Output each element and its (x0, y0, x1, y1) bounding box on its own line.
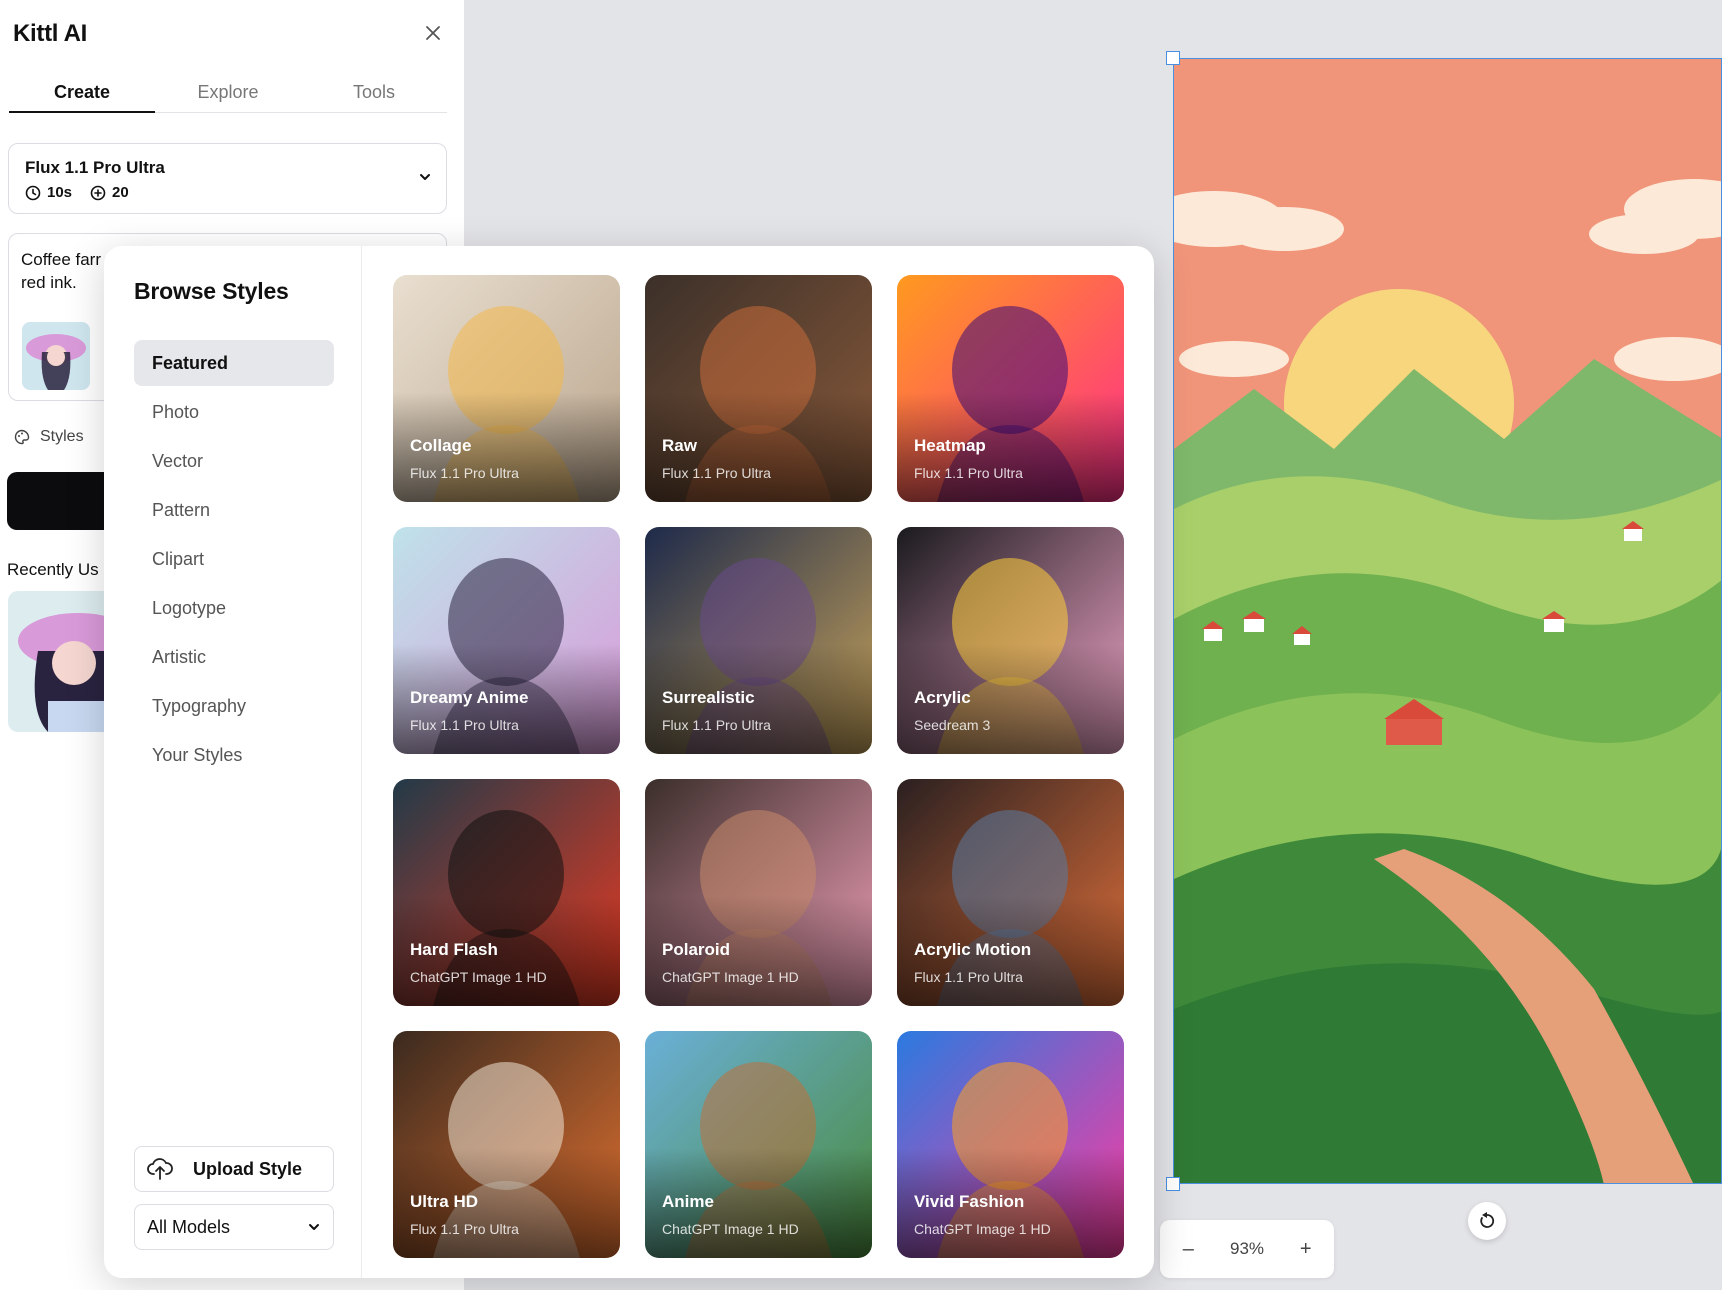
close-icon (426, 26, 440, 40)
category-typography[interactable]: Typography (134, 683, 334, 729)
style-name: Hard Flash (410, 940, 498, 959)
credit-cost: 20 (112, 184, 129, 201)
style-model: ChatGPT Image 1 HD (662, 1221, 799, 1237)
style-card-heatmap[interactable]: Heatmap Flux 1.1 Pro Ultra (897, 275, 1124, 502)
style-card-ultra-hd[interactable]: Ultra HD Flux 1.1 Pro Ultra (393, 1031, 620, 1258)
model-filter-select[interactable]: All Models (134, 1204, 334, 1250)
tab-explore[interactable]: Explore (155, 76, 301, 112)
style-name: Raw (662, 436, 697, 455)
style-card-raw[interactable]: Raw Flux 1.1 Pro Ultra (645, 275, 872, 502)
style-model: Flux 1.1 Pro Ultra (662, 717, 771, 733)
category-featured[interactable]: Featured (134, 340, 334, 386)
style-model: Seedream 3 (914, 717, 991, 733)
style-grid: Collage Flux 1.1 Pro Ultra Raw Flux 1.1 Pro… (393, 275, 1124, 1258)
style-card-acrylic-motion[interactable]: Acrylic Motion Flux 1.1 Pro Ultra (897, 779, 1124, 1006)
reference-style-thumbnail[interactable] (22, 322, 90, 390)
selection-handle-bottom-left[interactable] (1166, 1177, 1180, 1191)
style-card-vivid-fashion[interactable]: Vivid Fashion ChatGPT Image 1 HD (897, 1031, 1124, 1258)
style-model: Flux 1.1 Pro Ultra (914, 465, 1023, 481)
selection-handle-top-left[interactable] (1166, 51, 1180, 65)
style-card-dreamy-anime[interactable]: Dreamy Anime Flux 1.1 Pro Ultra (393, 527, 620, 754)
category-artistic[interactable]: Artistic (134, 634, 334, 680)
category-clipart[interactable]: Clipart (134, 536, 334, 582)
model-filter-value: All Models (147, 1216, 231, 1237)
zoom-out-button[interactable]: – (1173, 1234, 1203, 1264)
prompt-text[interactable]: Coffee farr red ink. (21, 248, 116, 294)
styles-label: Styles (40, 428, 84, 445)
style-card-hard-flash[interactable]: Hard Flash ChatGPT Image 1 HD (393, 779, 620, 1006)
style-model: ChatGPT Image 1 HD (914, 1221, 1051, 1237)
category-pattern[interactable]: Pattern (134, 487, 334, 533)
style-name: Anime (662, 1192, 714, 1211)
zoom-controls: – 93% + (1160, 1220, 1334, 1278)
style-name: Surrealistic (662, 688, 755, 707)
tab-tools[interactable]: Tools (301, 76, 447, 112)
canvas-artboard[interactable] (1173, 58, 1722, 1184)
zoom-in-button[interactable]: + (1291, 1234, 1321, 1264)
style-card-acrylic[interactable]: Acrylic Seedream 3 (897, 527, 1124, 754)
style-name: Polaroid (662, 940, 731, 959)
style-model: Flux 1.1 Pro Ultra (410, 1221, 519, 1237)
cloud-upload-icon (147, 1158, 173, 1180)
model-name: Flux 1.1 Pro Ultra (25, 158, 165, 177)
model-selector[interactable]: Flux 1.1 Pro Ultra 10s 20 (8, 143, 447, 214)
panel-tabs: Create Explore Tools (9, 76, 447, 113)
style-name: Acrylic (914, 688, 971, 707)
style-model: Flux 1.1 Pro Ultra (410, 717, 519, 733)
style-model: Flux 1.1 Pro Ultra (410, 465, 519, 481)
panel-title: Kittl AI (13, 20, 88, 47)
category-photo[interactable]: Photo (134, 389, 334, 435)
upload-style-button[interactable]: Upload Style (134, 1146, 334, 1192)
category-list: Featured Photo Vector Pattern Clipart Logotyp… (134, 340, 334, 781)
style-name: Ultra HD (410, 1192, 479, 1211)
category-your-styles[interactable]: Your Styles (134, 732, 334, 778)
style-card-polaroid[interactable]: Polaroid ChatGPT Image 1 HD (645, 779, 872, 1006)
modal-title: Browse Styles (134, 278, 289, 304)
credits-icon (90, 185, 106, 200)
styles-toggle[interactable]: Styles (14, 428, 84, 446)
chevron-down-icon (309, 1224, 319, 1230)
generation-time: 10s (47, 184, 73, 201)
style-card-anime[interactable]: Anime ChatGPT Image 1 HD (645, 1031, 872, 1258)
zoom-level[interactable]: 93% (1230, 1239, 1264, 1259)
rotate-button[interactable] (1468, 1202, 1506, 1240)
category-logotype[interactable]: Logotype (134, 585, 334, 631)
landscape-illustration (1174, 59, 1721, 1183)
style-card-surrealistic[interactable]: Surrealistic Flux 1.1 Pro Ultra (645, 527, 872, 754)
recently-used-heading: Recently Us (7, 560, 99, 579)
style-name: Collage (410, 436, 472, 455)
style-model: Flux 1.1 Pro Ultra (914, 969, 1023, 985)
style-name: Acrylic Motion (914, 940, 1032, 959)
rotate-icon (1480, 1212, 1495, 1228)
style-category-nav: Browse Styles Featured Photo Vector Pattern… (104, 246, 362, 1278)
category-vector[interactable]: Vector (134, 438, 334, 484)
palette-icon (14, 429, 30, 445)
browse-styles-modal: Browse Styles Featured Photo Vector Pattern… (104, 246, 1154, 1278)
upload-style-label: Upload Style (193, 1158, 303, 1179)
style-card-collage[interactable]: Collage Flux 1.1 Pro Ultra (393, 275, 620, 502)
style-name: Dreamy Anime (410, 688, 529, 707)
style-model: ChatGPT Image 1 HD (410, 969, 547, 985)
chevron-down-icon (420, 174, 430, 180)
clock-icon (25, 185, 41, 200)
close-panel-button[interactable] (420, 20, 446, 46)
style-name: Vivid Fashion (914, 1192, 1025, 1211)
tab-create[interactable]: Create (9, 76, 155, 113)
style-model: ChatGPT Image 1 HD (662, 969, 799, 985)
style-model: Flux 1.1 Pro Ultra (662, 465, 771, 481)
style-name: Heatmap (914, 436, 986, 455)
